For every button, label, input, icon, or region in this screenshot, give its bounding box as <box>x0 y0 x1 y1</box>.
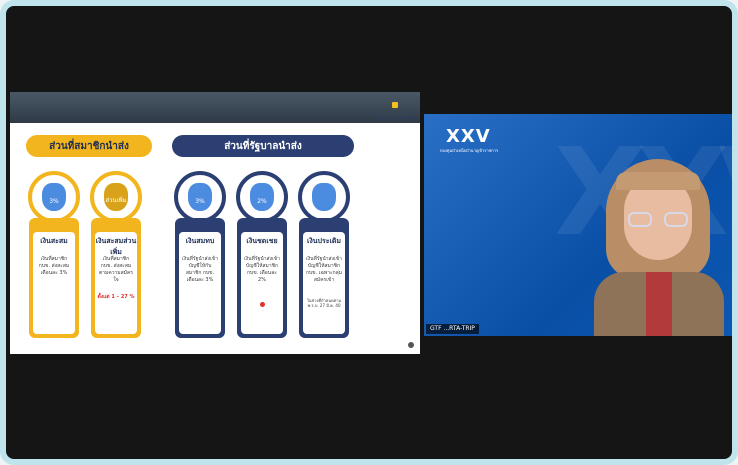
card-desc: เงินที่รัฐนำส่งเข้าบัญชีให้กับสมาชิก กบข… <box>182 256 218 283</box>
matching-card: เงินสมทบ เงินที่รัฐนำส่งเข้าบัญชีให้กับส… <box>175 218 225 338</box>
card-extra: ในช่วงที่กำหนดตาม พ.ร.บ. 27 มี.ค. 40 <box>306 298 342 308</box>
additional-savings-card: เงินสะสมส่วนเพิ่ม เงินที่สมาชิก กบข. ส่ง… <box>91 218 141 338</box>
money-bag-icon: 3% <box>42 183 66 211</box>
money-bag-icon <box>312 183 336 211</box>
compensation-card: เงินชดเชย เงินที่รัฐนำส่งเข้าบัญชีให้สมา… <box>237 218 287 338</box>
savings-bag-circle: 3% <box>28 171 80 223</box>
slide-nav-icon[interactable] <box>408 342 414 348</box>
logo-icon <box>392 102 398 108</box>
glasses-right <box>664 212 688 227</box>
speaker-video: XXV XXV กองทุนบำเหน็จบำนาญข้าราชการ GTF … <box>424 114 732 336</box>
card-title: เงินสะสมส่วนเพิ่ม <box>95 237 137 256</box>
card-desc: เงินที่รัฐนำส่งเข้าบัญชีให้สมาชิก กบข. เ… <box>244 256 280 283</box>
money-bag-icon: 2% <box>250 183 274 211</box>
speaker-figure <box>594 154 724 336</box>
initial-bag-circle <box>298 171 350 223</box>
card-desc: เงินที่สมาชิก กบข. ส่งสะสม เดือนละ 3% <box>38 256 70 276</box>
shared-slide: กองทุนการออมแห่งชาติ ส่วนที่สมาชิกนำส่ง … <box>10 92 420 354</box>
laser-pointer-dot <box>260 302 265 307</box>
brand-logo: XXV <box>446 126 491 147</box>
government-contribution-header: ส่วนที่รัฐบาลนำส่ง <box>172 135 354 157</box>
money-bag-gold-icon: ส่วนเพิ่ม <box>104 183 128 211</box>
compensation-bag-circle: 2% <box>236 171 288 223</box>
shirt <box>646 272 672 336</box>
glasses-left <box>628 212 652 227</box>
brand-subtitle: กองทุนบำเหน็จบำนาญข้าราชการ <box>440 148 499 153</box>
meeting-window: กองทุนการออมแห่งชาติ ส่วนที่สมาชิกนำส่ง … <box>0 0 738 465</box>
slide-logo-text: กองทุนการออมแห่งชาติ <box>374 115 416 120</box>
matching-bag-circle: 3% <box>174 171 226 223</box>
money-bag-icon: 3% <box>188 183 212 211</box>
card-extra: ตั้งแต่ 1 – 27 % <box>97 294 135 300</box>
card-title: เงินชดเชย <box>246 237 278 245</box>
initial-contribution-card: เงินประเดิม เงินที่รัฐนำส่งเข้าบัญชีให้ส… <box>299 218 349 338</box>
member-contribution-header: ส่วนที่สมาชิกนำส่ง <box>26 135 152 157</box>
slide-top-bar <box>10 92 420 123</box>
participant-name-tag: GTF ...RTA-TRIP <box>426 324 479 334</box>
card-title: เงินประเดิม <box>306 237 342 245</box>
card-title: เงินสะสม <box>40 237 68 245</box>
bangs <box>616 172 700 190</box>
card-title: เงินสมทบ <box>185 237 215 245</box>
card-desc: เงินที่รัฐนำส่งเข้าบัญชีให้สมาชิก กบข. เ… <box>305 256 343 283</box>
card-desc: เงินที่สมาชิก กบข. ส่งสะสม ตามความสมัครใ… <box>99 256 133 283</box>
additional-savings-bag-circle: ส่วนเพิ่ม <box>90 171 142 223</box>
savings-card: เงินสะสม เงินที่สมาชิก กบข. ส่งสะสม เดือ… <box>29 218 79 338</box>
